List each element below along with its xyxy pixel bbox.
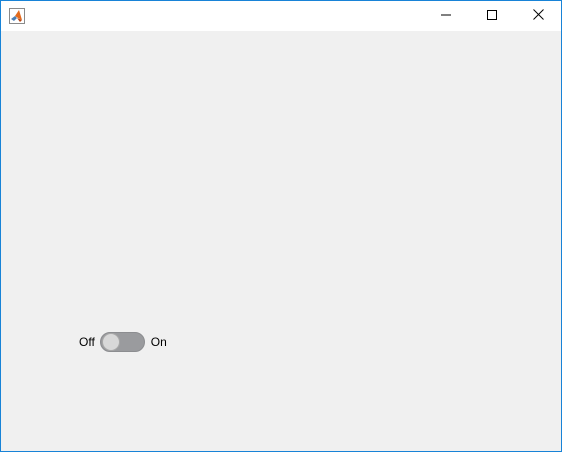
switch-knob[interactable] [101,333,120,351]
switch-off-label: Off [79,335,95,349]
figure-canvas: Off On [1,31,561,451]
switch-on-label: On [150,335,167,349]
title-bar[interactable] [1,1,561,31]
minimize-icon [441,7,451,25]
close-icon [532,7,544,25]
matlab-logo-icon[interactable] [9,8,25,24]
maximize-button[interactable] [469,1,515,31]
toggle-switch-group: Off On [79,331,167,353]
close-button[interactable] [515,1,561,31]
app-window: Off On [0,0,562,452]
maximize-icon [487,7,497,25]
minimize-button[interactable] [423,1,469,31]
toggle-switch[interactable] [99,332,145,352]
